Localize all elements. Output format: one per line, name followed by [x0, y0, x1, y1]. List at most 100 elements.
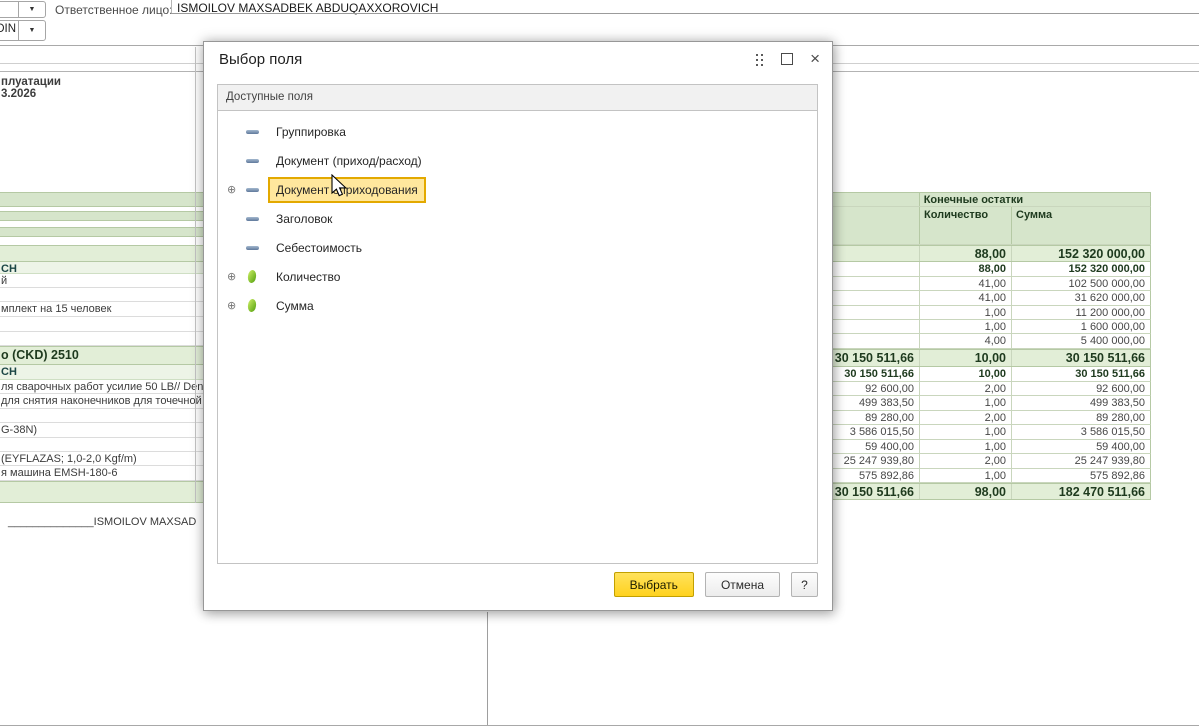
dialog-button-row: Выбрать Отмена ? [204, 572, 818, 597]
table-cell: 41,00 [920, 277, 1012, 290]
field-item[interactable]: Группировка [218, 117, 817, 146]
dimension-field-icon [246, 129, 259, 134]
field-item[interactable]: ⊕ Сумма [218, 291, 817, 320]
field-item[interactable]: ⊕ Документ оприходования [218, 175, 817, 204]
table-row: 25 247 939,80 2,00 25 247 939,80 [833, 454, 1151, 469]
report-left-row: мплект на 15 человек [0, 302, 203, 317]
report-column-edge [195, 47, 196, 503]
field-item[interactable]: Заголовок [218, 204, 817, 233]
table-row: 41,00 31 620 000,00 [833, 291, 1151, 306]
report-left-strip: СН й мплект на 15 человек о (CKD) 2510 СН ля … [0, 0, 203, 727]
table-cell: 92 600,00 [1096, 383, 1145, 395]
table-cell: 2,00 [920, 454, 1012, 468]
table-header: Конечные остатки Количество Сумма [833, 192, 1151, 245]
field-item-label: Количество [276, 269, 341, 284]
table-cell [833, 320, 920, 333]
table-cell: 499 383,50 [833, 396, 920, 410]
cancel-button[interactable]: Отмена [704, 572, 780, 597]
field-item-label: Группировка [276, 124, 346, 139]
quantity-column-header: Количество [920, 207, 1012, 244]
table-row: 89 280,00 2,00 89 280,00 [833, 411, 1151, 425]
signature-line: ______________ISMOILOV MAXSAD [8, 516, 197, 528]
table-row: 4,00 5 400 000,00 [833, 334, 1151, 349]
expand-icon[interactable]: ⊕ [227, 183, 244, 196]
field-item-label: Заголовок [276, 211, 333, 226]
report-left-row: о (CKD) 2510 [0, 346, 203, 365]
table-cell: 3 586 015,50 [1080, 426, 1145, 438]
dimension-field-icon [246, 187, 259, 192]
table-cell [833, 306, 920, 319]
dialog-title: Выбор поля [219, 51, 303, 68]
report-left-row: ля сварочных работ усилие 50 LB// Den. [0, 380, 203, 394]
table-cell: 102 500 000,00 [1068, 278, 1145, 290]
table-row: 1,00 1 600 000,00 [833, 320, 1151, 334]
table-cell: 3 586 015,50 [833, 425, 920, 439]
table-cell: 10,00 [920, 367, 1012, 381]
table-cell: 31 620 000,00 [1074, 292, 1145, 304]
table-cell: 98,00 [920, 484, 1012, 499]
available-fields-box: Доступные поля Группировка Документ (прих… [217, 84, 818, 564]
table-cell: 575 892,86 [833, 469, 920, 482]
expand-icon[interactable]: ⊕ [227, 270, 244, 283]
select-button[interactable]: Выбрать [613, 572, 694, 597]
table-cell: 30 150 511,66 [1065, 351, 1145, 365]
report-left-row [0, 288, 203, 302]
expand-icon[interactable]: ⊕ [227, 299, 244, 312]
ending-balance-table: Конечные остатки Количество Сумма 88,00 1… [833, 192, 1151, 500]
resource-field-icon [247, 269, 257, 284]
field-item[interactable]: Себестоимость [218, 233, 817, 262]
report-left-row: й [0, 274, 203, 288]
table-cell: 1,00 [920, 320, 1012, 333]
field-item[interactable]: Документ (приход/расход) [218, 146, 817, 175]
table-row: 3 586 015,50 1,00 3 586 015,50 [833, 425, 1151, 440]
field-item-label: Документ (приход/расход) [276, 153, 422, 168]
table-cell: 5 400 000,00 [1080, 335, 1145, 347]
table-cell: 182 470 511,66 [1058, 485, 1145, 499]
help-button[interactable]: ? [791, 572, 818, 597]
field-item[interactable]: ⊕ Количество [218, 262, 817, 291]
report-left-row [0, 211, 203, 221]
resource-field-icon [247, 298, 257, 313]
table-header-cell [833, 193, 920, 206]
table-cell: 1,00 [920, 306, 1012, 319]
report-left-row: СН [0, 262, 203, 274]
report-left-row [0, 192, 203, 207]
field-list: Группировка Документ (приход/расход) ⊕ Доку… [218, 111, 817, 320]
report-left-row [0, 227, 203, 237]
field-select-dialog: Выбор поля × Доступные поля Группировка Д… [203, 41, 833, 611]
table-cell: 11 200 000,00 [1075, 307, 1145, 319]
dimension-field-icon [246, 245, 259, 250]
table-cell: 1,00 [920, 425, 1012, 439]
table-cell: 59 400,00 [833, 440, 920, 453]
table-cell: 30 150 511,66 [1075, 368, 1145, 380]
table-cell: 25 247 939,80 [1074, 455, 1145, 467]
table-cell: 1 600 000,00 [1080, 321, 1145, 333]
table-cell: 89 280,00 [833, 411, 920, 424]
more-menu-icon[interactable] [756, 53, 764, 66]
mouse-cursor [331, 174, 348, 197]
table-cell: 575 892,86 [1089, 470, 1145, 482]
maximize-icon[interactable] [781, 53, 794, 65]
report-left-row [0, 332, 203, 346]
balance-table-body: 88,00 152 320 000,00 88,00 152 320 000,00 41… [833, 245, 1151, 500]
report-left-row [0, 317, 203, 332]
table-row: 88,00 152 320 000,00 [833, 262, 1151, 277]
table-row: 499 383,50 1,00 499 383,50 [833, 396, 1151, 411]
report-left-row [0, 438, 203, 452]
report-left-row: СН [0, 365, 203, 380]
table-cell: 2,00 [920, 411, 1012, 424]
report-left-row: (EYFLAZAS; 1,0-2,0 Kgf/m) [0, 452, 203, 466]
table-cell [833, 277, 920, 290]
table-cell [833, 291, 920, 305]
table-row: 1,00 11 200 000,00 [833, 306, 1151, 320]
table-cell: 1,00 [920, 396, 1012, 410]
table-cell: 4,00 [920, 334, 1012, 348]
dimension-field-icon [246, 158, 259, 163]
table-cell: 88,00 [920, 246, 1012, 261]
table-cell: 89 280,00 [1096, 412, 1145, 424]
close-icon[interactable]: × [810, 50, 820, 67]
table-row: 59 400,00 1,00 59 400,00 [833, 440, 1151, 454]
table-cell: 30 150 511,66 [833, 484, 920, 499]
table-cell: 92 600,00 [833, 382, 920, 395]
table-cell: 152 320 000,00 [1058, 247, 1145, 261]
